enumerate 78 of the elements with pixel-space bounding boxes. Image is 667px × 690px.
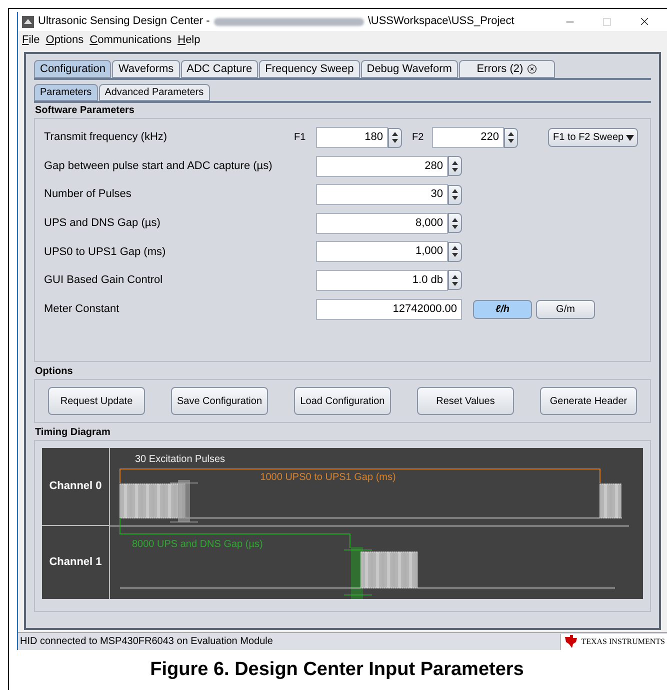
section-title: Software Parameters — [35, 104, 136, 118]
field-label: Gap between pulse start and ADC capture (µs) — [44, 158, 274, 174]
tab[interactable]: Debug Waveform — [360, 60, 458, 78]
action-button[interactable]: Reset Values — [417, 387, 514, 415]
down-arrow-icon — [392, 139, 398, 143]
spin-control[interactable] — [448, 242, 462, 262]
gap-label: 8000 UPS and DNS Gap (µs) — [132, 539, 263, 550]
unit-toggle[interactable]: ℓ/h — [473, 300, 532, 319]
gap-label: 1000 UPS0 to UPS1 Gap (ms) — [260, 472, 396, 483]
section-title: Timing Diagram — [35, 426, 112, 440]
number-field[interactable]: 280 — [316, 156, 448, 177]
number-field[interactable]: 1,000 — [316, 241, 448, 262]
up-arrow-icon — [508, 132, 514, 136]
up-arrow-icon — [452, 246, 458, 250]
up-arrow-icon — [452, 189, 458, 194]
down-arrow-icon — [452, 196, 458, 200]
number-field[interactable]: 30 — [316, 184, 448, 206]
marker-drawing — [170, 480, 198, 522]
logo-icon — [564, 635, 578, 648]
field-label: UPS0 to UPS1 Gap (ms) — [44, 244, 167, 260]
up-arrow-icon — [392, 132, 398, 136]
field-label: Transmit frequency (kHz) — [44, 130, 168, 146]
dropdown[interactable]: F1 to F2 Sweep — [548, 128, 638, 147]
marker-drawing — [344, 547, 372, 599]
spin-control[interactable] — [448, 270, 462, 290]
up-arrow-icon — [452, 274, 458, 279]
field-label: F1 — [294, 131, 307, 145]
up-arrow-icon — [452, 218, 458, 222]
field-label: GUI Based Gain Control — [44, 273, 164, 288]
spin-control[interactable] — [388, 128, 402, 148]
action-button[interactable]: Generate Header — [540, 387, 637, 415]
action-button[interactable]: Load Configuration — [294, 387, 391, 415]
app-icon — [22, 16, 34, 28]
tab[interactable]: Frequency Sweep — [259, 60, 360, 78]
field-label: F2 — [412, 131, 425, 145]
action-button[interactable]: Save Configuration — [171, 387, 268, 415]
unit-toggle[interactable]: G/m — [536, 300, 595, 319]
field-label: Number of Pulses — [44, 187, 132, 202]
excitation-label: 30 Excitation Pulses — [135, 454, 226, 465]
status-text: HID connected to MSP430FR6043 on Evaluation Module — [19, 635, 274, 649]
spin-control[interactable] — [504, 128, 518, 148]
logo-text: TEXAS INSTRUMENTS — [581, 636, 665, 648]
tab[interactable]: Configuration — [34, 60, 112, 78]
down-arrow-icon — [452, 168, 458, 172]
close-icon[interactable] — [527, 64, 538, 74]
menu-item[interactable]: File — [22, 32, 40, 48]
menu-item[interactable]: Help — [178, 32, 200, 48]
spin-control[interactable] — [448, 184, 462, 205]
figure-caption: Figure 6. Design Center Input Parameters — [149, 658, 525, 682]
tab[interactable]: Advanced Parameters — [98, 84, 210, 101]
number-field[interactable]: 220 — [432, 127, 504, 148]
down-arrow-icon — [452, 282, 458, 286]
number-field[interactable]: 12742000.00 — [316, 298, 462, 320]
menu-item[interactable]: Communications — [90, 32, 172, 48]
tab[interactable]: Parameters — [34, 84, 98, 101]
tab[interactable]: ADC Capture — [180, 60, 258, 78]
menu-item[interactable]: Options — [46, 32, 84, 48]
tab[interactable]: Errors (2) — [458, 60, 555, 78]
field-label: UPS and DNS Gap (µs) — [44, 216, 162, 232]
down-arrow-icon — [452, 224, 458, 229]
spin-control[interactable] — [448, 156, 462, 176]
channel-label: Channel 0 — [49, 479, 102, 494]
tab[interactable]: Waveforms — [112, 60, 180, 78]
down-arrow-icon — [508, 139, 514, 143]
up-arrow-icon — [452, 160, 458, 165]
close-icon[interactable] — [638, 15, 651, 28]
number-field[interactable]: 8,000 — [316, 212, 448, 234]
spin-control[interactable] — [448, 213, 462, 234]
down-arrow-icon — [452, 253, 458, 258]
action-button[interactable]: Request Update — [48, 387, 145, 415]
window-title: Ultrasonic Sensing Design Center - — [38, 14, 210, 30]
window-path: \USSWorkspace\USS_Project — [368, 14, 514, 30]
channel-label: Channel 1 — [49, 555, 102, 570]
caret-icon — [626, 134, 634, 140]
number-field[interactable]: 1.0 db — [316, 270, 448, 291]
section-title: Options — [35, 365, 74, 379]
number-field[interactable]: 180 — [316, 127, 388, 148]
field-label: Meter Constant — [44, 302, 120, 317]
